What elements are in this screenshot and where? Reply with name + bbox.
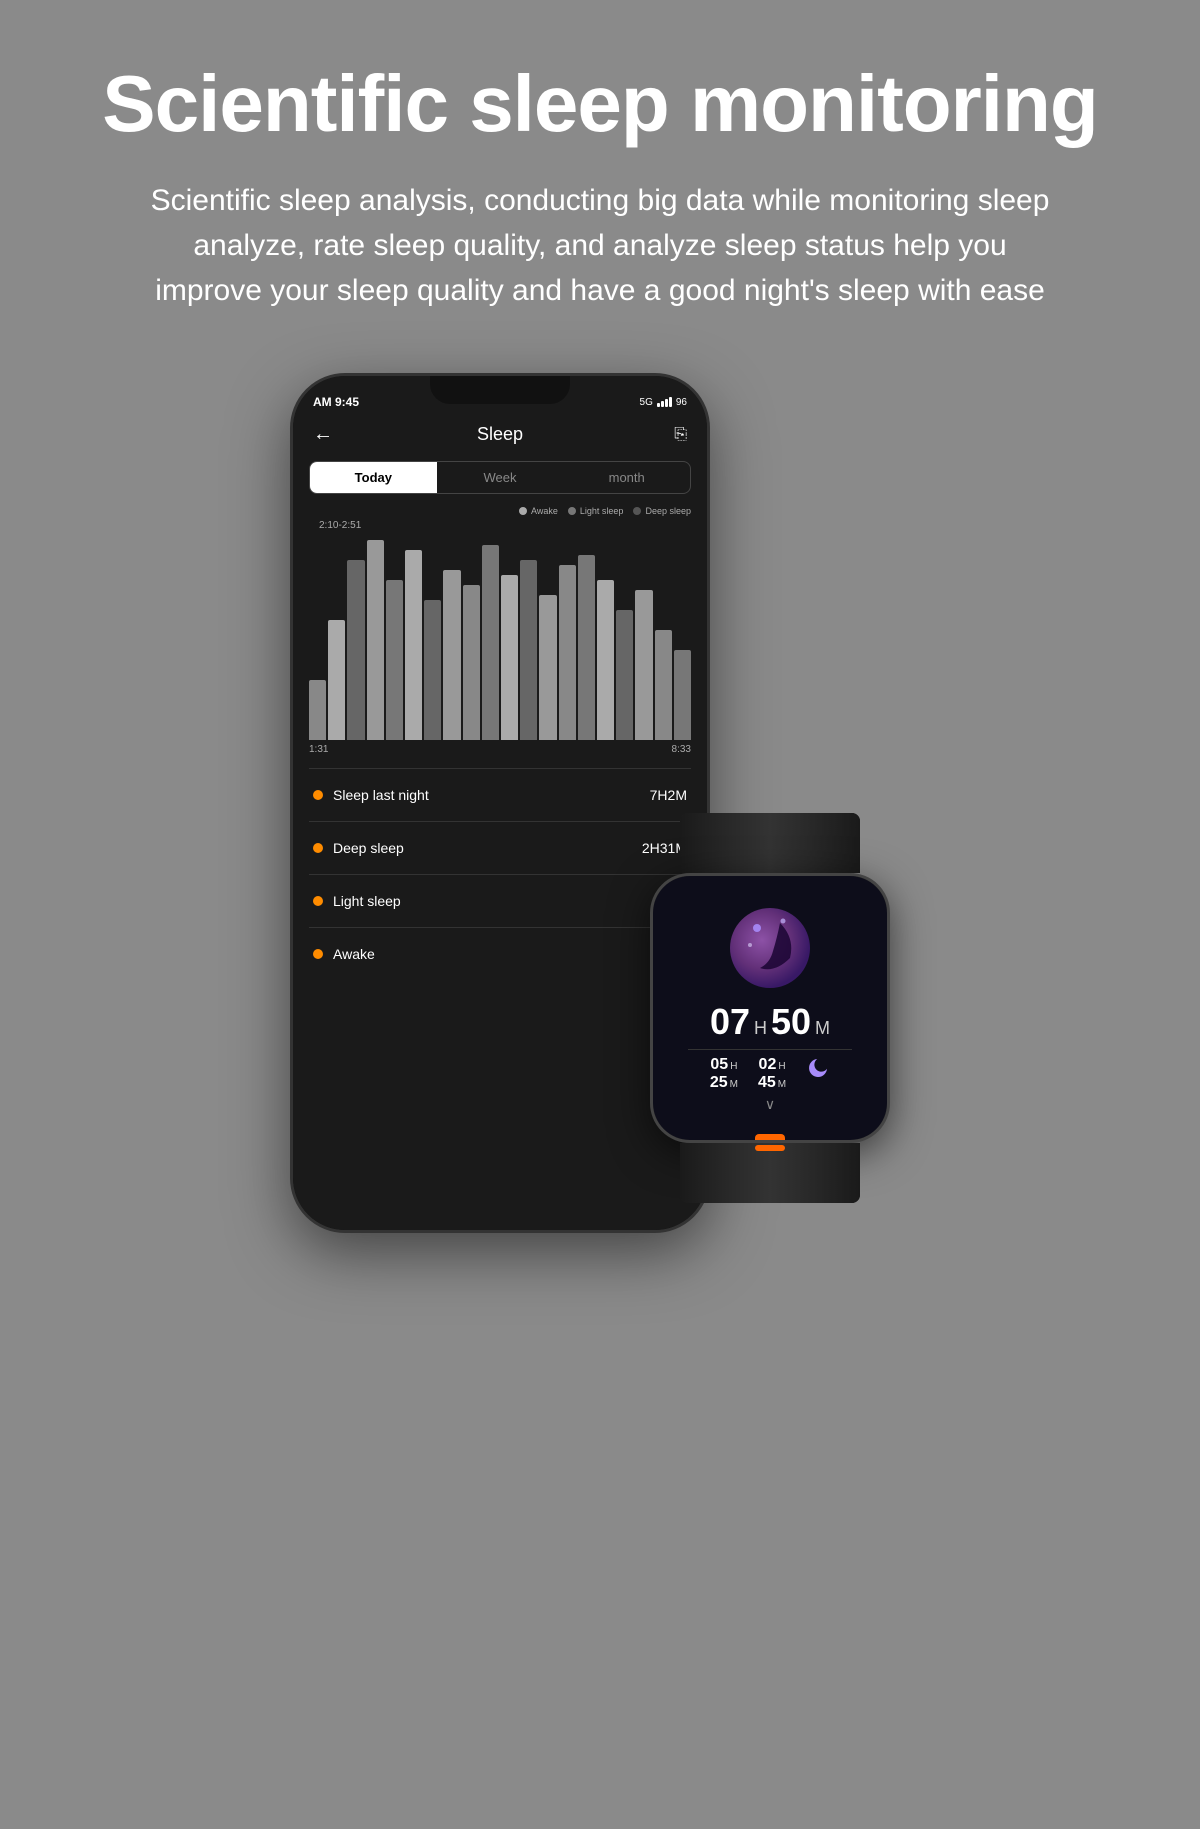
legend-awake: Awake [519,506,558,516]
status-time: AM 9:45 [313,395,359,409]
watch-sub1-minutes: 25 [710,1074,728,1092]
watch-hours: 07 [710,1001,750,1043]
watch-screen: 07 H 50 M 05 H [653,876,887,1140]
chart-bar [597,580,614,740]
watch-outer: 07 H 50 M 05 H [630,813,910,1233]
signal-bars [657,397,672,407]
watch-sleep-icon [725,903,815,993]
watch-crown [887,988,890,1028]
chart-legend: Awake Light sleep Deep sleep [293,502,707,520]
chart-bar [655,630,672,740]
back-button[interactable]: ← [313,423,333,446]
watch-sub-time-2: 02 H 45 M [758,1056,786,1092]
tab-bar: Today Week month [309,461,691,494]
stat-label: Sleep last night [333,787,429,803]
chart-bar [386,580,403,740]
chart-bar [501,575,518,740]
chart-start-time: 1:31 [309,744,328,755]
watch-band-bottom [680,1143,860,1203]
chart-bar [559,565,576,740]
chart-bar [309,680,326,740]
legend-awake-dot [519,507,527,515]
main-title: Scientific sleep monitoring [102,60,1097,148]
chart-bar [578,555,595,740]
chart-bar [328,620,345,740]
chart-time-range: 2:10-2:51 [319,520,361,531]
network-label: 5G [640,397,653,408]
legend-light-sleep: Light sleep [568,506,624,516]
devices-container: AM 9:45 5G 96 [40,373,1160,1233]
chart-bar [674,650,691,740]
legend-deep-dot [633,507,641,515]
legend-deep-sleep: Deep sleep [633,506,691,516]
stat-dot [313,843,323,853]
watch-sub1-h: H [730,1061,737,1072]
tab-week[interactable]: Week [437,462,564,493]
tab-month[interactable]: month [563,462,690,493]
screen-title: Sleep [477,424,523,445]
stat-label: Light sleep [333,893,401,909]
watch-time-main: 07 H 50 M [710,1001,830,1043]
watch-m-label: M [815,1018,830,1039]
watch-sub2-minutes: 45 [758,1074,776,1092]
subtitle: Scientific sleep analysis, conducting bi… [150,178,1050,313]
legend-light-label: Light sleep [580,506,624,516]
legend-deep-label: Deep sleep [645,506,691,516]
chart-bar [539,595,556,740]
chart-bar [616,610,633,740]
sleep-chart: 2:10-2:51 1:31 8:33 [309,520,691,760]
watch-sub1-m: M [730,1079,738,1090]
watch-sub2-h: H [778,1061,785,1072]
legend-awake-label: Awake [531,506,558,516]
stat-label: Deep sleep [333,840,404,856]
stat-row: Sleep last night 7H2M [293,777,707,813]
tab-today[interactable]: Today [310,462,437,493]
status-right: 5G 96 [640,397,687,408]
watch-sub1-hours: 05 [710,1056,728,1074]
share-button[interactable]: ⎘ [674,426,687,444]
chart-end-time: 8:33 [672,744,691,755]
watch-sub2-m: M [778,1079,786,1090]
stat-dot [313,949,323,959]
legend-light-dot [568,507,576,515]
chart-bar [635,590,652,740]
watch-small-moon [806,1056,830,1092]
watch-minutes: 50 [771,1001,811,1043]
divider-1 [309,768,691,769]
watch-band-top [680,813,860,873]
watch-accent-bottom [755,1134,785,1142]
phone-notch [430,376,570,404]
stat-label: Awake [333,946,375,962]
battery-level: 96 [676,397,687,408]
watch-sub-times: 05 H 25 M 02 [710,1056,830,1092]
watch-chevron-icon: ∨ [765,1096,775,1113]
chart-bar [482,545,499,740]
chart-bar [463,585,480,740]
watch-body: 07 H 50 M 05 H [650,873,890,1143]
chart-bar [367,540,384,740]
stat-left: Light sleep [313,893,401,909]
stat-left: Sleep last night [313,787,429,803]
chart-bars [309,540,691,740]
chart-bar [405,550,422,740]
chart-bar [520,560,537,740]
watch-sub2-hours: 02 [759,1056,777,1074]
stat-dot [313,896,323,906]
page-container: Scientific sleep monitoring Scientific s… [0,0,1200,1829]
chart-bar [443,570,460,740]
watch-screen-divider [688,1049,851,1050]
nav-bar: ← Sleep ⎘ [293,416,707,453]
chart-time-axis: 1:31 8:33 [309,740,691,759]
stat-left: Deep sleep [313,840,404,856]
stat-dot [313,790,323,800]
stat-value: 7H2M [650,787,687,803]
chart-bar [347,560,364,740]
watch-wrapper: 07 H 50 M 05 H [630,813,910,1233]
stat-left: Awake [313,946,375,962]
watch-h-label: H [754,1018,767,1039]
chart-bar [424,600,441,740]
watch-sub-time-1: 05 H 25 M [710,1056,738,1092]
